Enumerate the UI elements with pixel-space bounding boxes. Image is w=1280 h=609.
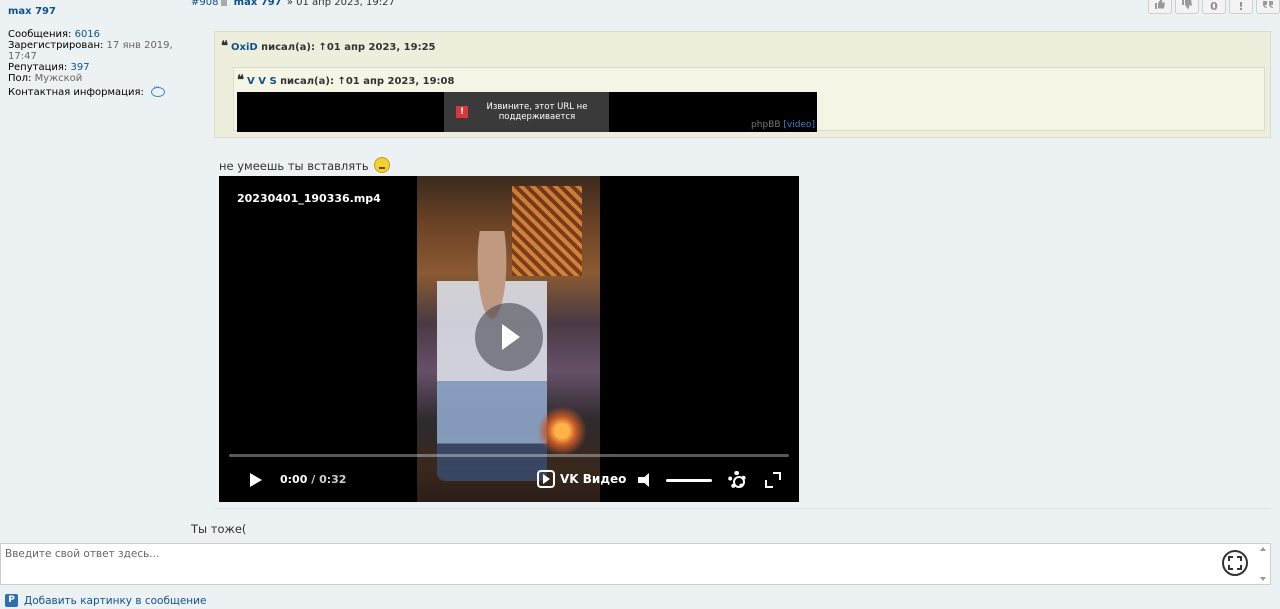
quote-icon[interactable] xyxy=(1256,0,1280,14)
unsupported-video-embed: ! Извините, этот URL не поддерживается p… xyxy=(237,92,817,132)
volume-icon[interactable] xyxy=(638,473,656,487)
author-profile: max 797 Сообщения: 6016 Зарегистрирован:… xyxy=(0,0,186,104)
quick-reply: P Добавить картинку в сообщение xyxy=(0,537,1280,609)
profile-reputation-value[interactable]: 397 xyxy=(70,62,89,73)
embed-source-link[interactable]: [video] xyxy=(783,120,815,130)
post-author-link[interactable]: max 797 xyxy=(234,0,282,8)
error-icon: ! xyxy=(456,106,468,118)
vk-video-logo[interactable]: VK Видео xyxy=(537,470,626,488)
video-title: 20230401_190336.mp4 xyxy=(237,192,381,205)
quote-block-outer: ❝ OxiD писал(а): ↑01 апр 2023, 19:25 ❝ V V… xyxy=(214,31,1271,138)
play-overlay-icon[interactable] xyxy=(475,303,543,371)
speech-bubble-icon[interactable] xyxy=(151,83,166,97)
picture-icon: P xyxy=(5,594,18,607)
next-post-text: Ты тоже( xyxy=(191,522,247,536)
post-file-icon xyxy=(221,0,228,6)
quote-outer-date[interactable]: ↑01 апр 2023, 19:25 xyxy=(318,42,435,53)
expand-icon[interactable] xyxy=(1222,550,1248,576)
vk-video-player[interactable]: 20230401_190336.mp4 0:00 / 0:32 VK Видео xyxy=(219,176,799,502)
post-actions: 0 ! xyxy=(1148,0,1280,14)
profile-username[interactable]: max 797 xyxy=(8,6,178,17)
report-button[interactable]: ! xyxy=(1229,0,1253,14)
reply-scrollbar[interactable] xyxy=(1256,544,1270,584)
embed-error-message: ! Извините, этот URL не поддерживается xyxy=(444,92,609,132)
add-image-link[interactable]: P Добавить картинку в сообщение xyxy=(5,594,206,607)
quote-inner-date[interactable]: ↑01 апр 2023, 19:08 xyxy=(337,76,454,87)
play-icon[interactable] xyxy=(250,473,262,487)
embed-source: phpBB [video] xyxy=(751,120,815,130)
thumbs-down-icon[interactable] xyxy=(1175,0,1199,14)
quote-inner-header: ❝ V V S писал(а): ↑01 апр 2023, 19:08 xyxy=(237,73,455,88)
post-number-link[interactable]: #908 xyxy=(191,0,218,8)
post-header: #908 max 797 » 01 апр 2023, 19:27 xyxy=(191,0,395,8)
thumbs-up-icon[interactable] xyxy=(1148,0,1172,14)
quote-mark-icon: ❝ xyxy=(221,39,228,54)
quote-outer-header: ❝ OxiD писал(а): ↑01 апр 2023, 19:25 xyxy=(221,39,436,54)
profile-posts-count[interactable]: 6016 xyxy=(75,29,100,40)
reputation-count: 0 xyxy=(1202,0,1226,14)
profile-reputation: Репутация: 397 xyxy=(8,62,90,73)
quote-mark-icon: ❝ xyxy=(237,73,244,88)
profile-posts: Сообщения: 6016 xyxy=(8,29,101,40)
volume-slider[interactable] xyxy=(666,479,712,482)
post-text: не умеешь ты вставлять xyxy=(219,157,391,173)
vk-logo-icon xyxy=(537,470,555,488)
rolleyes-smiley-icon xyxy=(374,157,391,173)
quote-outer-author[interactable]: OxiD xyxy=(231,42,258,53)
quote-inner-author[interactable]: V V S xyxy=(247,76,277,87)
reply-input[interactable] xyxy=(0,543,1271,585)
video-time: 0:00 / 0:32 xyxy=(280,473,347,486)
quote-block-inner: ❝ V V S писал(а): ↑01 апр 2023, 19:08 ! И… xyxy=(233,67,1265,132)
video-controls: 0:00 / 0:32 VK Видео xyxy=(219,466,799,494)
gear-icon[interactable] xyxy=(728,471,746,489)
post-divider xyxy=(214,508,1271,509)
profile-registered: Зарегистрирован: 17 янв 2019, 17:47 xyxy=(8,40,173,62)
post-date: » 01 апр 2023, 19:27 xyxy=(286,0,395,8)
video-progress-bar[interactable] xyxy=(229,454,789,457)
profile-contact: Контактная информация: xyxy=(8,83,178,98)
fullscreen-icon[interactable] xyxy=(765,472,781,488)
